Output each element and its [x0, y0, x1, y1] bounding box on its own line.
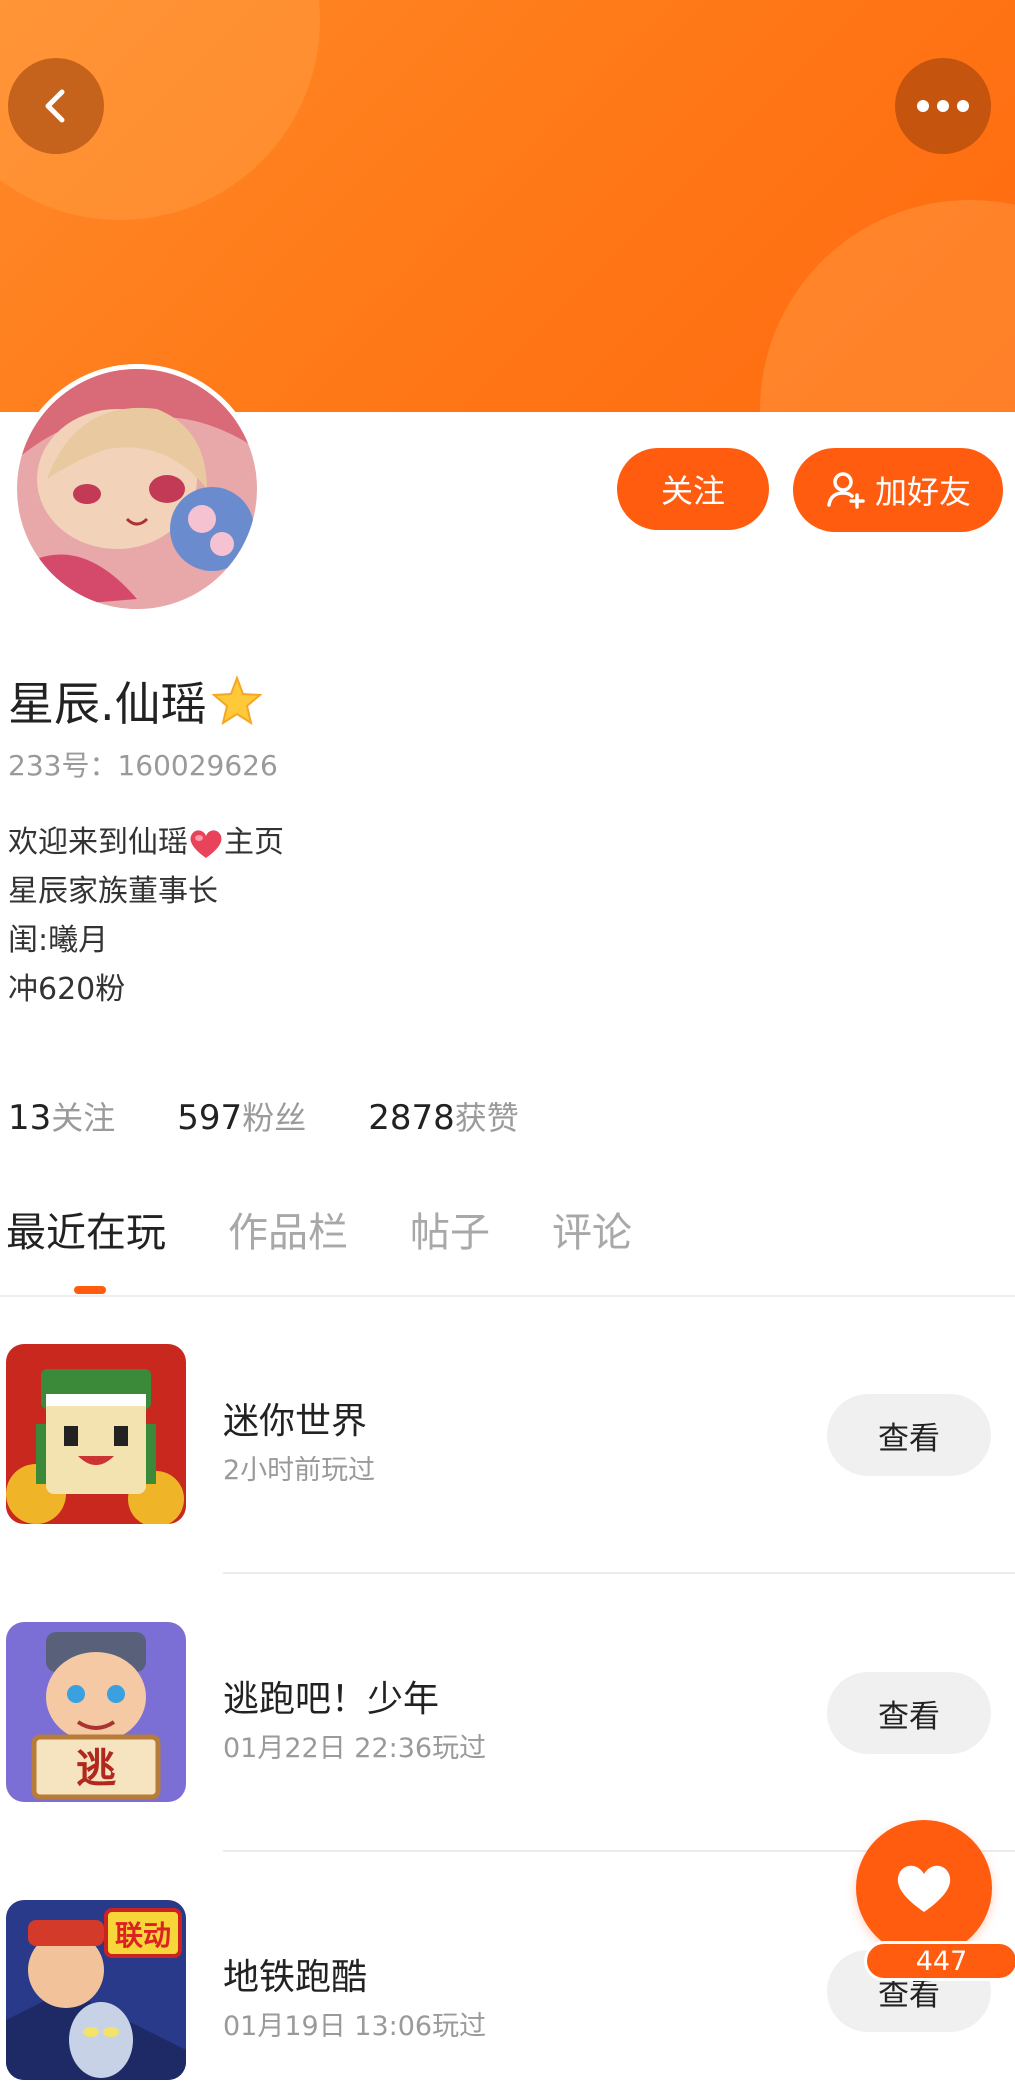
- stat-count: 2878: [368, 1098, 455, 1138]
- game-time: 01月19日 13:06玩过: [223, 2011, 487, 2042]
- game-icon: 联动: [6, 1900, 186, 2080]
- game-icon-text: 联动: [115, 1919, 171, 1952]
- like-button[interactable]: [856, 1820, 992, 1956]
- tab-recent-playing[interactable]: 最近在玩: [6, 1200, 166, 1258]
- stat-label: 关注: [51, 1099, 116, 1137]
- tab-comments[interactable]: 评论: [552, 1200, 632, 1258]
- user-id: 233号：160029626: [8, 749, 278, 782]
- avatar[interactable]: [12, 364, 262, 614]
- bio-line: 闺:曦月: [8, 923, 109, 958]
- banner-decoration: [760, 200, 1015, 412]
- game-icon-text: 逃: [76, 1746, 116, 1792]
- add-friend-button[interactable]: 加好友: [793, 448, 1003, 532]
- profile-banner: [0, 0, 1015, 412]
- tab-works[interactable]: 作品栏: [228, 1200, 348, 1258]
- bio-line: 冲620粉: [8, 972, 126, 1007]
- list-item[interactable]: 联动 地铁跑酷 01月19日 13:06玩过 查看: [0, 1900, 1015, 2080]
- bio-line: 欢迎来到仙瑶 主页: [8, 818, 284, 867]
- stat-count: 13: [8, 1098, 52, 1138]
- game-icon: [6, 1344, 186, 1524]
- game-time: 2小时前玩过: [223, 1455, 376, 1486]
- add-friend-button-label: 加好友: [874, 473, 971, 511]
- list-item[interactable]: 迷你世界 2小时前玩过 查看: [0, 1344, 1015, 1524]
- stat-following[interactable]: 13关注: [8, 1093, 115, 1139]
- add-user-icon: [827, 472, 865, 509]
- view-button[interactable]: 查看: [827, 1672, 991, 1754]
- heart-icon: [897, 1865, 951, 1912]
- star-icon: [211, 675, 263, 726]
- game-time: 01月22日 22:36玩过: [223, 1733, 487, 1764]
- stat-fans[interactable]: 597粉丝: [177, 1093, 306, 1139]
- bio-text: 欢迎来到仙瑶: [8, 825, 188, 860]
- username-text: 星辰.仙瑶: [8, 677, 207, 731]
- divider: [0, 1295, 1015, 1297]
- more-button[interactable]: [895, 58, 991, 154]
- tab-bar: 最近在玩 作品栏 帖子 评论: [6, 1200, 632, 1258]
- back-arrow-icon: [45, 89, 65, 123]
- more-dots-icon: [917, 100, 969, 112]
- list-item[interactable]: 逃 逃跑吧！少年 01月22日 22:36玩过 查看: [0, 1622, 1015, 1802]
- divider: [223, 1572, 1015, 1574]
- stats-row: 13关注 597粉丝 2878获赞: [8, 1093, 519, 1139]
- bio: 欢迎来到仙瑶 主页 星辰家族董事长 闺:曦月 冲620粉: [8, 818, 284, 1014]
- game-name: 迷你世界: [223, 1401, 368, 1442]
- game-name: 地铁跑酷: [223, 1957, 368, 1998]
- avatar-image: [17, 369, 257, 609]
- bio-text: 主页: [224, 825, 284, 860]
- follow-button[interactable]: 关注: [617, 448, 769, 530]
- tab-indicator: [74, 1286, 106, 1294]
- stat-count: 597: [177, 1098, 243, 1138]
- back-button[interactable]: [8, 58, 104, 154]
- game-name: 逃跑吧！少年: [223, 1679, 440, 1720]
- tab-posts[interactable]: 帖子: [410, 1200, 490, 1258]
- username: 星辰.仙瑶: [8, 668, 263, 734]
- like-count-badge: 447: [864, 1941, 1015, 1981]
- follow-button-label: 关注: [660, 472, 725, 510]
- heart-emoji-icon: [190, 829, 222, 858]
- stat-label: 粉丝: [242, 1099, 307, 1137]
- stat-likes[interactable]: 2878获赞: [368, 1093, 519, 1139]
- stat-label: 获赞: [454, 1099, 519, 1137]
- view-button[interactable]: 查看: [827, 1394, 991, 1476]
- game-icon: 逃: [6, 1622, 186, 1802]
- bio-line: 星辰家族董事长: [8, 874, 218, 909]
